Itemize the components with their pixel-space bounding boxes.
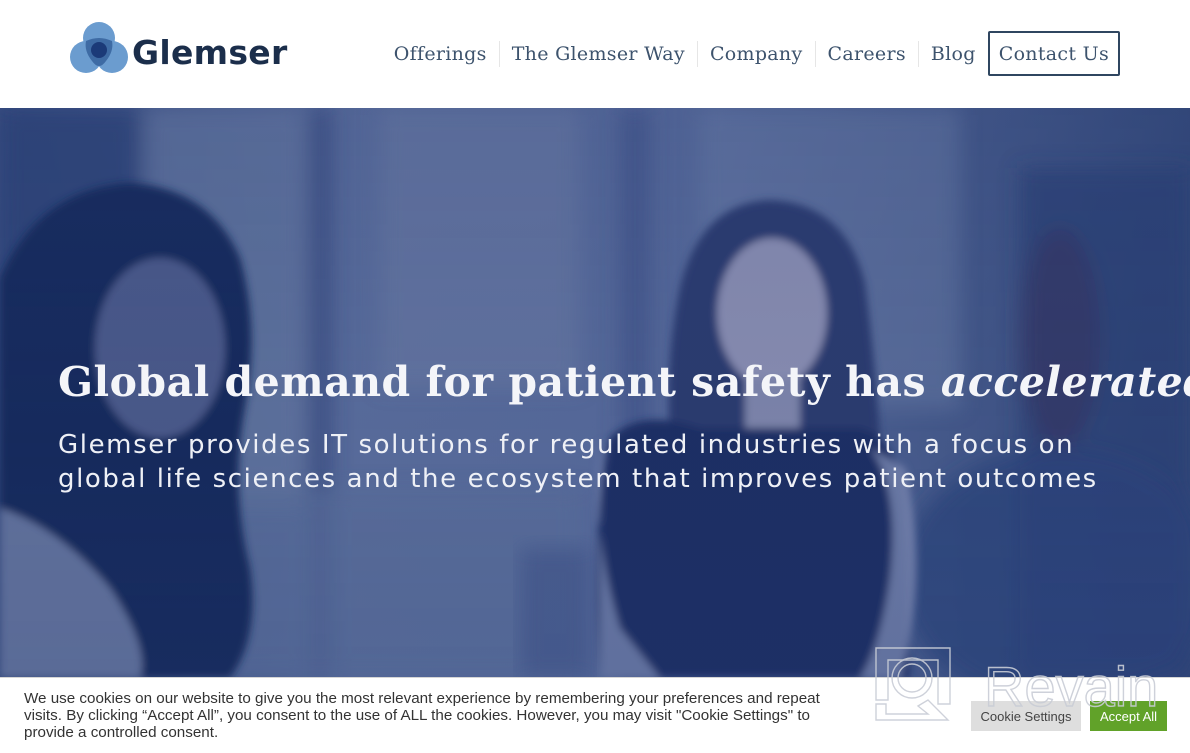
accept-all-button[interactable]: Accept All <box>1090 701 1167 731</box>
main-nav: Offerings The Glemser Way Company Career… <box>382 31 1120 76</box>
logo-link[interactable]: Glemser <box>68 20 298 76</box>
cookie-consent-bar: We use cookies on our website to give yo… <box>0 677 1190 753</box>
cookie-message: We use cookies on our website to give yo… <box>24 690 820 741</box>
cookie-settings-button[interactable]: Cookie Settings <box>971 701 1081 731</box>
hero-title-emphasis: accelerated <box>940 358 1190 406</box>
site-header: Glemser Offerings The Glemser Way Compan… <box>0 0 1190 108</box>
nav-item-careers[interactable]: Careers <box>816 40 919 67</box>
contact-us-button[interactable]: Contact Us <box>987 31 1120 76</box>
nav-item-company[interactable]: Company <box>698 40 816 67</box>
nav-item-offerings[interactable]: Offerings <box>382 40 500 67</box>
glemser-logo-icon <box>70 22 128 73</box>
hero-subtitle: Glemser provides IT solutions for regula… <box>58 430 1098 494</box>
nav-item-blog[interactable]: Blog <box>919 41 988 67</box>
hero-banner: Global demand for patient safety has acc… <box>0 108 1190 678</box>
logo-text: Glemser <box>132 32 288 72</box>
hero-title-main: Global demand for patient safety has <box>58 358 941 406</box>
hero-title: Global demand for patient safety has acc… <box>58 358 1190 406</box>
nav-item-the-glemser-way[interactable]: The Glemser Way <box>500 40 698 67</box>
